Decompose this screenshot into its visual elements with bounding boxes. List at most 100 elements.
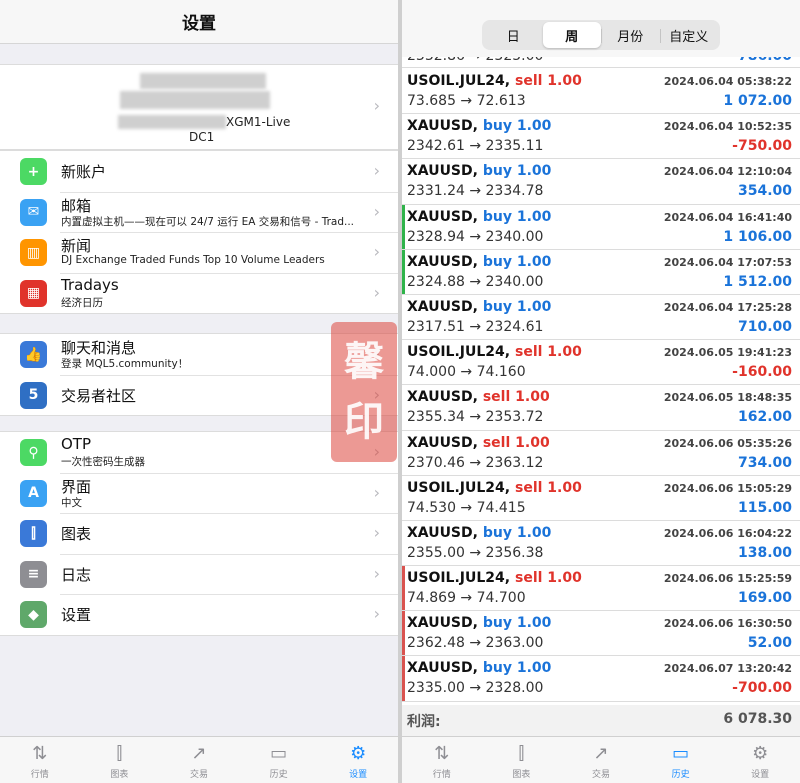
- tab-label: 历史: [269, 770, 288, 780]
- redacted-account-name: [140, 73, 266, 89]
- tab-bar: ⇅ 行情 ⫿ 图表 ↗ 交易 ▭ 历史 ⚙ 设置: [402, 736, 800, 783]
- settings-item-mailbox[interactable]: ✉ 邮箱 内置虚拟主机——现在可以 24/7 运行 EA 交易和信号 - Trad.…: [0, 191, 398, 233]
- trade-profit: 52.00: [747, 635, 792, 652]
- trade-row[interactable]: USOIL.JUL24, sell 1.00 2024.06.04 05:38:2…: [402, 69, 800, 115]
- settings-item-subtitle: 中文: [61, 496, 82, 509]
- trade-row[interactable]: XAUUSD, buy 1.00 2024.06.06 16:04:22 2355.…: [402, 521, 800, 567]
- period-segment[interactable]: 自定义: [659, 22, 719, 48]
- add-user-icon: +: [20, 158, 47, 185]
- trade-price: 2355.00 → 2356.38: [407, 544, 544, 561]
- trade-profit: 138.00: [737, 544, 792, 561]
- trade-symbol: XAUUSD,: [407, 253, 478, 270]
- trade-time: 2024.06.06 15:25:59: [663, 572, 792, 586]
- tab-quotes[interactable]: ⇅ 行情: [0, 737, 80, 783]
- tab-bar: ⇅ 行情 ⫿ 图表 ↗ 交易 ▭ 历史 ⚙ 设置: [0, 736, 398, 783]
- trade-icon: ↗: [191, 742, 207, 764]
- trade-row[interactable]: XAUUSD, buy 1.00 2024.06.04 17:07:53 2324.…: [402, 249, 800, 295]
- settings-item-title: OTP: [61, 435, 92, 453]
- account-row[interactable]: XGM1-Live DC1 ›: [0, 64, 398, 150]
- trade-time: 2024.06.04 17:07:53: [663, 255, 792, 269]
- trade-symbol-line: XAUUSD, buy 1.00: [407, 615, 551, 631]
- trade-symbol: XAUUSD,: [407, 298, 478, 315]
- trade-price: 2324.88 → 2340.00: [407, 273, 544, 290]
- chart-icon: ⫿: [518, 742, 525, 764]
- trade-time: 2024.06.07 13:20:42: [663, 662, 792, 676]
- page-title: 设置: [0, 0, 398, 44]
- period-segmented-control: 日周月份 自定义: [482, 20, 720, 50]
- trade-symbol: XAUUSD,: [407, 163, 478, 180]
- settings-item-title: 新闻: [61, 237, 92, 255]
- trade-time: 2024.06.06 15:05:29: [663, 481, 792, 495]
- period-segment[interactable]: 日: [484, 22, 543, 48]
- tab-settings[interactable]: ⚙ 设置: [318, 737, 398, 783]
- trade-symbol-line: XAUUSD, buy 1.00: [407, 525, 551, 541]
- tab-chart[interactable]: ⫿ 图表: [80, 737, 160, 783]
- chevron-right-icon: ›: [373, 563, 380, 583]
- trade-price: 73.685 → 72.613: [407, 93, 526, 109]
- trade-group-marker: [402, 249, 405, 294]
- trade-row[interactable]: XAUUSD, sell 1.00 2024.06.06 05:35:26 2370…: [402, 431, 800, 476]
- chevron-right-icon: ›: [373, 282, 380, 302]
- settings-item-subtitle: 内置虚拟主机——现在可以 24/7 运行 EA 交易和信号 - Trad...: [61, 215, 355, 228]
- trade-row[interactable]: XAUUSD, buy 1.00 2024.06.07 13:20:42 2335.…: [402, 656, 800, 702]
- trade-row[interactable]: USOIL.JUL24, sell 1.00 2024.06.06 15:05:2…: [402, 476, 800, 521]
- chevron-right-icon: ›: [373, 96, 380, 115]
- trade-group-marker: [402, 566, 405, 611]
- trade-symbol-line: XAUUSD, buy 1.00: [407, 163, 551, 179]
- settings-item-title: 交易者社区: [61, 386, 137, 405]
- trade-row[interactable]: XAUUSD, buy 1.00 2024.06.04 16:41:40 2328.…: [402, 204, 800, 250]
- settings-item-new-account[interactable]: + 新账户 ›: [0, 151, 398, 192]
- trade-symbol: USOIL.JUL24,: [407, 344, 511, 361]
- trade-profit: 1 106.00: [723, 228, 792, 245]
- tab-trade[interactable]: ↗ 交易: [159, 737, 239, 783]
- settings-item-news[interactable]: ▥ 新闻 DJ Exchange Traded Funds Top 10 Volum…: [0, 232, 398, 273]
- settings-item-tradays[interactable]: ▦ Tradays 经济日历 ›: [0, 272, 398, 314]
- settings-item-title: 界面: [61, 477, 92, 496]
- trade-row[interactable]: USOIL.JUL24, sell 1.00 2024.06.06 15:25:5…: [402, 566, 800, 612]
- tab-trade[interactable]: ↗ 交易: [561, 737, 641, 783]
- trade-group-marker: [402, 611, 405, 656]
- trade-row[interactable]: USOIL.JUL24, sell 1.00 2024.06.05 19:41:2…: [402, 340, 800, 386]
- trade-type: buy 1.00: [482, 253, 552, 270]
- trade-type: buy 1.00: [482, 524, 552, 541]
- trade-row[interactable]: XAUUSD, buy 1.00 2024.06.04 10:52:35 2342.…: [402, 114, 800, 160]
- trade-type: sell 1.00: [482, 389, 550, 406]
- trade-time: 2024.06.06 16:30:50: [663, 617, 792, 631]
- trade-price: 74.869 → 74.700: [407, 590, 526, 607]
- history-icon: ▭: [270, 742, 288, 764]
- settings-item-charts[interactable]: ⫿ 图表 ›: [0, 513, 398, 554]
- period-segment[interactable]: 月份: [601, 22, 660, 48]
- chevron-right-icon: ›: [373, 242, 380, 261]
- tab-label: 交易: [591, 770, 610, 780]
- settings-app-icon: ◆: [20, 601, 47, 628]
- settings-item-title: 设置: [61, 606, 92, 624]
- settings-group-accounts: + 新账户 › ✉ 邮箱 内置虚拟主机——现在可以 24/7 运行 EA 交易和信号 - …: [0, 150, 398, 314]
- settings-item-journal[interactable]: ≡ 日志 ›: [0, 553, 398, 595]
- tab-chart[interactable]: ⫿ 图表: [482, 737, 562, 783]
- seal-char: 印: [344, 398, 384, 445]
- trade-type: buy 1.00: [482, 660, 552, 677]
- settings-item-settings[interactable]: ◆ 设置 ›: [0, 594, 398, 635]
- trade-row[interactable]: XAUUSD, sell 1.00 2024.06.05 18:48:35 2355…: [402, 385, 800, 431]
- tab-label: 行情: [30, 770, 49, 780]
- total-profit-label: 利润:: [407, 714, 441, 730]
- trade-row[interactable]: XAUUSD, buy 1.00 2024.06.04 17:25:28 2317.…: [402, 295, 800, 341]
- settings-item-interface[interactable]: A 界面 中文 ›: [0, 472, 398, 514]
- trade-price: 74.530 → 74.415: [407, 499, 526, 516]
- chevron-right-icon: ›: [373, 604, 380, 623]
- chevron-right-icon: ›: [373, 201, 380, 221]
- chart-icon: ⫿: [116, 742, 123, 764]
- trade-symbol: XAUUSD,: [407, 434, 478, 451]
- seal-char: 馨: [344, 338, 384, 385]
- trade-symbol-line: USOIL.JUL24, sell 1.00: [407, 344, 582, 360]
- redacted-broker: [118, 115, 226, 129]
- trade-row[interactable]: XAUUSD, buy 1.00 2024.06.06 16:30:50 2362.…: [402, 611, 800, 657]
- tab-history[interactable]: ▭ 历史: [239, 737, 319, 783]
- trade-row[interactable]: XAUUSD, buy 1.00 2024.06.04 12:10:04 2331.…: [402, 159, 800, 205]
- tab-history[interactable]: ▭ 历史: [641, 737, 721, 783]
- period-segment[interactable]: 周: [542, 22, 601, 48]
- tab-settings[interactable]: ⚙ 设置: [720, 737, 800, 783]
- tab-quotes[interactable]: ⇅ 行情: [402, 737, 482, 783]
- candlestick-icon: ⫿: [20, 520, 47, 547]
- quotes-icon: ⇅: [434, 742, 450, 764]
